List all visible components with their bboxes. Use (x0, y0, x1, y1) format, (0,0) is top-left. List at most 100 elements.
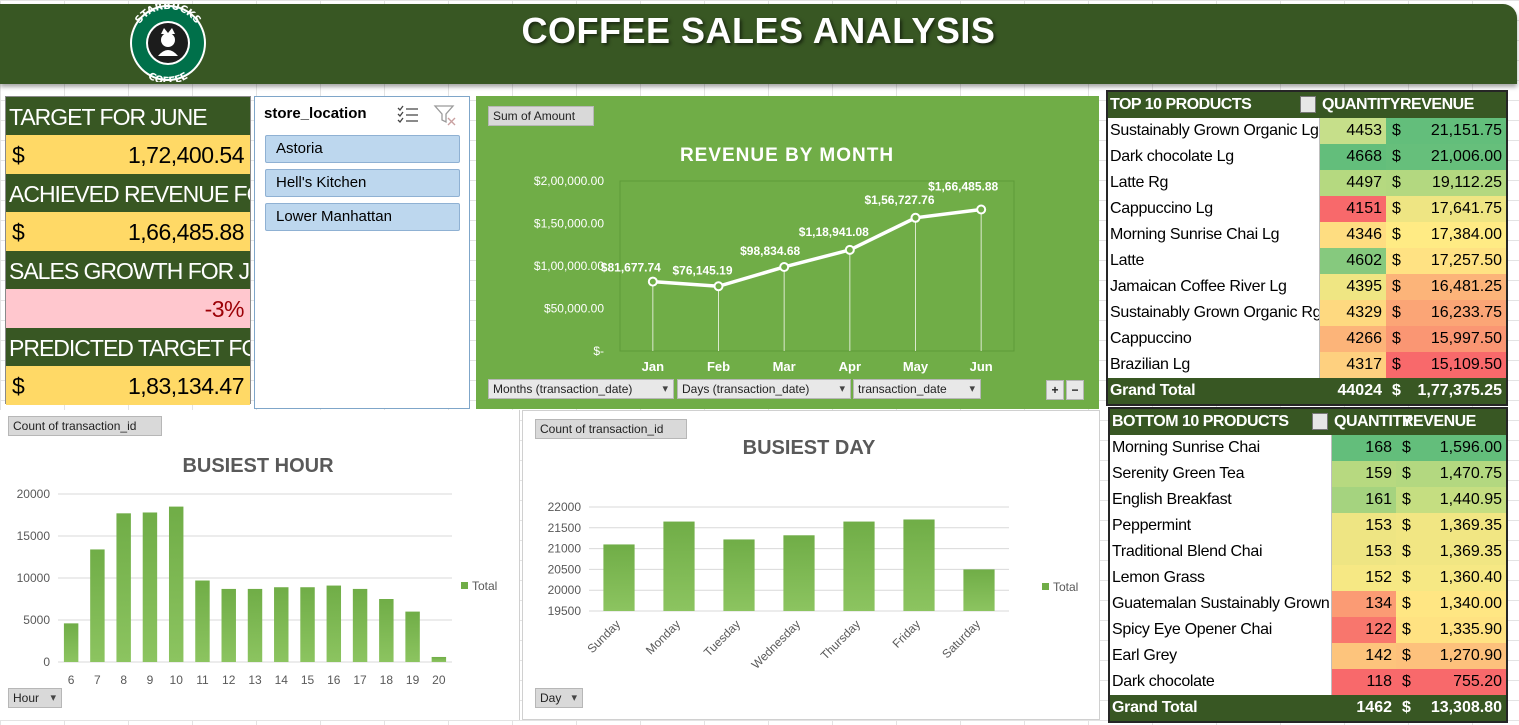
bar[interactable] (326, 585, 342, 662)
table-row[interactable]: Jamaican Coffee River Lg 4395 $16,481.25 (1108, 274, 1506, 300)
x-tick-label: 20 (432, 673, 446, 687)
bar[interactable] (405, 611, 420, 662)
table-row[interactable]: Sustainably Grown Organic Lg 4453 $21,151.… (1108, 118, 1506, 144)
data-point[interactable] (844, 244, 855, 255)
kpi-target-value-cell[interactable]: $ 1,72,400.54 (6, 135, 250, 174)
currency-symbol: $ (12, 142, 25, 168)
currency-symbol: $ (1402, 647, 1411, 664)
bar[interactable] (63, 623, 79, 662)
data-point[interactable] (713, 281, 724, 292)
table-row[interactable]: Dark chocolate 118 $755.20 (1110, 669, 1506, 695)
data-label: $81,677.74 (601, 261, 661, 275)
bar[interactable] (274, 587, 289, 662)
table-row[interactable]: Earl Grey 142 $1,270.90 (1110, 643, 1506, 669)
table-row[interactable]: Lemon Grass 152 $1,360.40 (1110, 565, 1506, 591)
table-row[interactable]: English Breakfast 161 $1,440.95 (1110, 487, 1506, 513)
months-filter-button[interactable]: Months (transaction_date) (488, 379, 674, 399)
bar[interactable] (379, 599, 394, 662)
table-row[interactable]: Traditional Blend Chai 153 $1,369.35 (1110, 539, 1506, 565)
bar[interactable] (843, 521, 875, 611)
transaction-date-filter-button[interactable]: transaction_date (853, 379, 981, 399)
day-axis-field-button[interactable]: Day (535, 688, 583, 708)
table-row[interactable]: Latte 4602 $17,257.50 (1108, 248, 1506, 274)
bar[interactable] (431, 656, 447, 662)
bar[interactable] (963, 569, 995, 611)
table-row[interactable]: Spicy Eye Opener Chai 122 $1,335.90 (1110, 617, 1506, 643)
product-name: Brazilian Lg (1108, 352, 1320, 378)
product-name: Traditional Blend Chai (1110, 539, 1332, 565)
bar[interactable] (300, 587, 315, 662)
table-row[interactable]: Sustainably Grown Organic Rg 4329 $16,233.… (1108, 300, 1506, 326)
currency-symbol: $ (1392, 122, 1401, 139)
product-revenue: 1,369.35 (1439, 543, 1502, 560)
expand-field-button[interactable]: + (1046, 380, 1064, 400)
table-row[interactable]: Latte Rg 4497 $19,112.25 (1108, 170, 1506, 196)
revenue-header: REVENUE (1400, 96, 1474, 113)
multi-select-icon[interactable] (397, 105, 419, 123)
kpi-target-value: 1,72,400.54 (127, 142, 245, 168)
slicer-item-hells-kitchen[interactable]: Hell's Kitchen (265, 169, 460, 197)
product-revenue: 15,109.50 (1430, 356, 1502, 373)
x-tick-label: Tuesday (701, 617, 743, 659)
product-quantity: 4346 (1320, 222, 1386, 248)
data-point[interactable] (910, 212, 921, 223)
bar[interactable] (603, 544, 635, 611)
bar[interactable] (221, 588, 236, 662)
bar[interactable] (90, 549, 105, 662)
product-revenue: 1,596.00 (1439, 439, 1502, 456)
table-row[interactable]: Cappuccino Lg 4151 $17,641.75 (1108, 196, 1506, 222)
product-revenue: 17,384.00 (1430, 226, 1502, 243)
bar[interactable] (352, 588, 368, 662)
days-filter-button[interactable]: Days (transaction_date) (677, 379, 851, 399)
chart-title: BUSIEST HOUR (182, 455, 334, 477)
product-name: Latte Rg (1108, 170, 1320, 196)
table-row[interactable]: Dark chocolate Lg 4668 $21,006.00 (1108, 144, 1506, 170)
product-revenue: 17,641.75 (1430, 200, 1502, 217)
currency-symbol: $ (12, 373, 25, 399)
data-label: $1,66,485.88 (928, 179, 998, 193)
slicer-item-astoria[interactable]: Astoria (265, 135, 460, 163)
table-row[interactable]: Cappuccino 4266 $15,997.50 (1108, 326, 1506, 352)
product-revenue: 17,257.50 (1430, 252, 1502, 269)
product-revenue: 21,006.00 (1430, 148, 1502, 165)
table-row[interactable]: Peppermint 153 $1,369.35 (1110, 513, 1506, 539)
bar[interactable] (195, 580, 210, 662)
bar[interactable] (247, 588, 263, 662)
currency-symbol: $ (1402, 673, 1411, 690)
chart-title: BUSIEST DAY (743, 437, 876, 459)
currency-symbol: $ (1402, 491, 1411, 508)
table-row[interactable]: Guatemalan Sustainably Grown 134 $1,340.00 (1110, 591, 1506, 617)
product-revenue: 1,470.75 (1439, 465, 1502, 482)
filter-dropdown-icon[interactable] (1312, 413, 1328, 430)
x-tick-label: 18 (380, 673, 394, 687)
table-row[interactable]: Morning Sunrise Chai 168 $1,596.00 (1110, 435, 1506, 461)
bar[interactable] (783, 535, 815, 611)
bar[interactable] (116, 513, 131, 662)
table-row[interactable]: Brazilian Lg 4317 $15,109.50 (1108, 352, 1506, 378)
table-row[interactable]: Morning Sunrise Chai Lg 4346 $17,384.00 (1108, 222, 1506, 248)
data-point[interactable] (976, 204, 987, 215)
bar[interactable] (663, 521, 695, 611)
product-name: Lemon Grass (1110, 565, 1332, 591)
bar[interactable] (168, 506, 184, 662)
data-point[interactable] (779, 261, 790, 272)
kpi-achieved-value-cell[interactable]: $ 1,66,485.88 (6, 212, 250, 251)
bar[interactable] (723, 539, 755, 611)
currency-symbol: $ (1402, 699, 1411, 716)
kpi-predicted-value-cell[interactable]: $ 1,83,134.47 (6, 366, 250, 405)
bar[interactable] (903, 519, 935, 611)
data-point[interactable] (647, 276, 658, 287)
grand-total-qty: 1462 (1356, 699, 1392, 716)
busiest-day-chart: Count of transaction_id BUSIEST DAY 19500… (522, 410, 1100, 720)
product-name: Sustainably Grown Organic Rg (1108, 300, 1320, 326)
collapse-field-button[interactable]: − (1066, 380, 1084, 400)
kpi-growth-value-cell[interactable]: -3% (6, 289, 250, 328)
store-location-slicer[interactable]: store_location Astoria Hell's Kitchen Lo… (254, 96, 470, 409)
clear-filter-icon[interactable] (433, 104, 457, 126)
bar[interactable] (142, 512, 158, 662)
currency-symbol: $ (1392, 356, 1401, 373)
table-row[interactable]: Serenity Green Tea 159 $1,470.75 (1110, 461, 1506, 487)
filter-dropdown-icon[interactable] (1300, 96, 1316, 113)
slicer-item-lower-manhattan[interactable]: Lower Manhattan (265, 203, 460, 231)
hour-axis-field-button[interactable]: Hour (8, 688, 62, 708)
